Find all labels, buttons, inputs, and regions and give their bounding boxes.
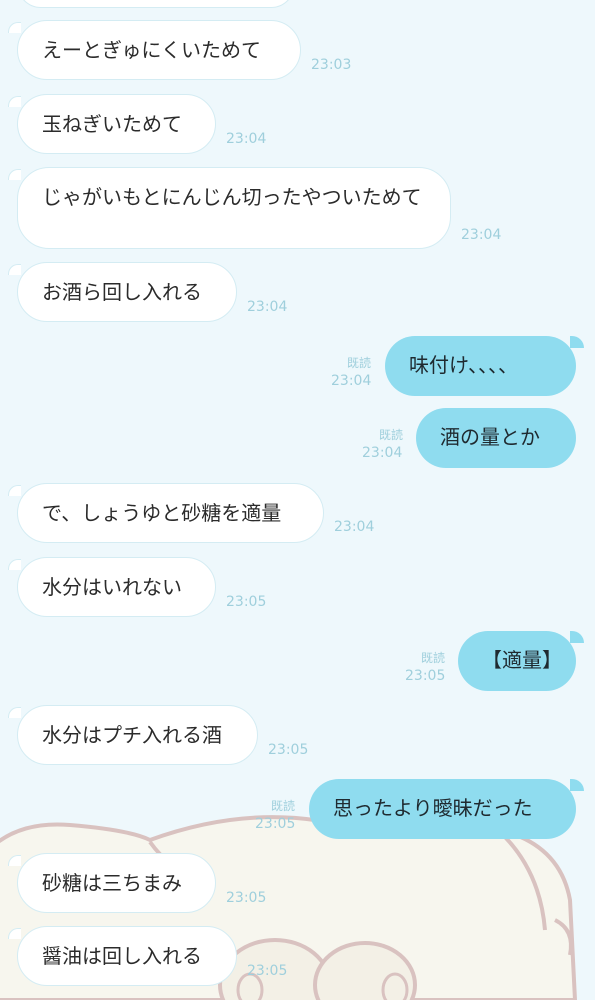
message-bubble[interactable]: お酒ら回し入れる — [17, 262, 237, 322]
read-receipt: 既読 — [347, 356, 372, 370]
read-receipt: 既読 — [271, 799, 296, 813]
message-bubble[interactable]: 味付け、、、、 — [385, 336, 576, 396]
message-timestamp: 23:04 — [461, 227, 502, 243]
message-bubble[interactable]: 砂糖は三ちまみ — [17, 853, 216, 913]
message-bubble[interactable] — [17, 0, 295, 8]
message-bubble[interactable]: えーとぎゅにくいためて — [17, 20, 301, 80]
message-timestamp: 23:05 — [226, 890, 267, 906]
message-bubble[interactable]: 思ったより曖昧だった — [309, 779, 576, 839]
message-timestamp: 23:05 — [255, 816, 296, 832]
message-timestamp: 23:04 — [226, 131, 267, 147]
message-timestamp: 23:05 — [405, 668, 446, 684]
message-bubble[interactable]: 酒の量とか — [416, 408, 576, 468]
message-bubble[interactable]: で、しょうゆと砂糖を適量 — [17, 483, 324, 543]
message-timestamp: 23:04 — [331, 373, 372, 389]
message-timestamp: 23:04 — [362, 445, 403, 461]
message-timestamp: 23:04 — [334, 519, 375, 535]
message-bubble[interactable]: 醤油は回し入れる — [17, 926, 237, 986]
read-receipt: 既読 — [421, 651, 446, 665]
message-timestamp: 23:05 — [226, 594, 267, 610]
read-receipt: 既読 — [379, 428, 404, 442]
message-bubble[interactable]: 玉ねぎいためて — [17, 94, 216, 154]
message-timestamp: 23:04 — [247, 299, 288, 315]
message-bubble[interactable]: 【適量】 — [458, 631, 576, 691]
message-timestamp: 23:05 — [247, 963, 288, 979]
message-timestamp: 23:03 — [311, 57, 352, 73]
message-bubble[interactable]: じゃがいもとにんじん切ったやついためて — [17, 167, 451, 249]
message-bubble[interactable]: 水分はいれない — [17, 557, 216, 617]
message-bubble[interactable]: 水分はプチ入れる酒 — [17, 705, 258, 765]
message-timestamp: 23:05 — [268, 742, 309, 758]
